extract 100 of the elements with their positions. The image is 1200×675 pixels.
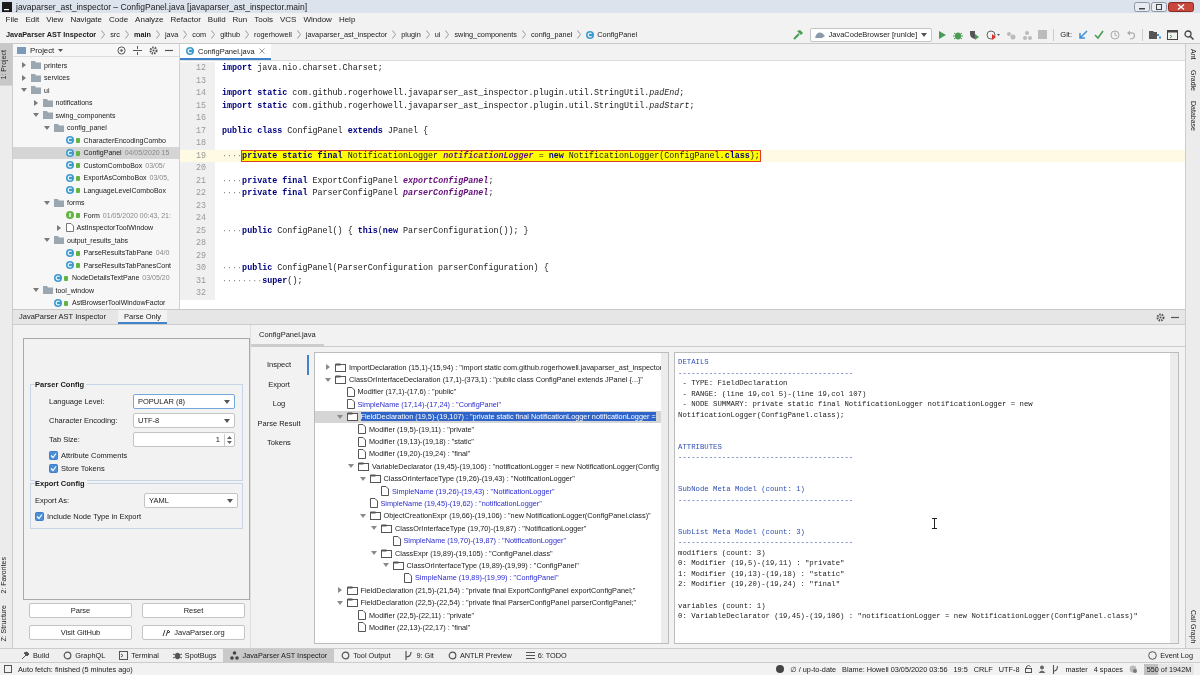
expander-icon[interactable] [359, 512, 366, 519]
code-line: ········super(); [221, 274, 304, 287]
expander-icon[interactable] [21, 87, 27, 94]
ring-icon [63, 651, 73, 660]
menu-item[interactable]: Window [299, 15, 336, 24]
project-structure-icon[interactable] [1149, 29, 1161, 40]
checkbox[interactable] [35, 512, 44, 521]
person-icon[interactable] [1038, 665, 1047, 673]
crosshair-icon[interactable] [117, 45, 126, 55]
expander-icon[interactable] [44, 237, 50, 244]
expander-icon[interactable] [32, 287, 39, 294]
ball-icon [776, 665, 785, 673]
menu-item[interactable]: VCS [276, 15, 300, 24]
menu-item[interactable]: File [2, 15, 22, 24]
menu-item[interactable]: Tools [250, 15, 277, 24]
menu-item[interactable]: Code [105, 15, 132, 24]
minimize-icon[interactable] [1134, 1, 1150, 12]
expander-icon[interactable] [371, 525, 377, 532]
expander-icon[interactable] [371, 550, 377, 557]
chevron-icon [425, 30, 430, 39]
chevron-icon [521, 30, 526, 39]
expander-icon[interactable] [348, 463, 354, 470]
menu-item[interactable]: Build [204, 15, 230, 24]
shield-run-icon[interactable] [969, 29, 981, 40]
line-number: 20 [180, 162, 215, 175]
maximize-icon[interactable] [1151, 1, 1167, 12]
node-icon [381, 523, 392, 533]
hammer-icon [21, 651, 30, 660]
expander-icon[interactable] [21, 74, 27, 81]
gauge-icon[interactable] [986, 29, 1001, 40]
menu-item[interactable]: View [42, 15, 67, 24]
expander-icon[interactable] [325, 364, 331, 371]
clock-icon[interactable] [1110, 29, 1120, 40]
search-icon[interactable] [1184, 29, 1194, 40]
chevron-icon [211, 30, 216, 39]
file-icon [65, 223, 74, 233]
menu-item[interactable]: Help [335, 15, 359, 24]
expander-icon[interactable] [325, 376, 331, 383]
expander-icon[interactable] [336, 599, 343, 606]
expander-icon[interactable] [382, 562, 389, 569]
expander-icon[interactable] [21, 62, 27, 69]
chevron-icon [101, 30, 106, 39]
ring-icon [341, 651, 351, 660]
check-icon[interactable] [1094, 29, 1104, 40]
node-icon [335, 375, 346, 385]
class-icon [65, 186, 81, 195]
checkbox[interactable] [49, 451, 58, 460]
code-line: ····private final ExportConfigPanel exportConfigPanel; [221, 174, 495, 187]
node-icon [346, 585, 358, 595]
code-line: import static com.github.rogerhowell.javaparser_ast_inspector.plugin.util.StringUtil.padStart; [221, 99, 696, 112]
arrow-icon[interactable] [1078, 29, 1088, 40]
code-line: ····public ConfigPanel() { this(new ParserConfiguration()); } [221, 224, 530, 237]
settings-icon[interactable] [1156, 312, 1165, 322]
leaf-icon [392, 535, 401, 546]
panel-icon [17, 46, 26, 54]
menu-item[interactable]: Refactor [167, 15, 205, 24]
expander-icon[interactable] [44, 124, 50, 131]
leaf-icon [369, 498, 378, 509]
settings-icon[interactable] [149, 45, 158, 55]
node-icon [358, 461, 369, 471]
node-icon [369, 474, 381, 484]
close-icon[interactable] [1168, 1, 1194, 12]
code-line: ····private final ParserConfigPanel parserConfigPanel; [221, 187, 495, 200]
app-icon [2, 1, 12, 12]
folder-icon [54, 123, 64, 132]
class-icon [65, 136, 81, 145]
caret-icon [224, 418, 230, 423]
line-number: 28 [180, 237, 215, 250]
scrollbar[interactable] [661, 353, 668, 643]
line-number: 22 [180, 187, 215, 200]
expander-icon[interactable] [32, 112, 39, 119]
hammer-icon[interactable] [792, 29, 804, 40]
window-icon[interactable] [1167, 29, 1178, 40]
ring-icon [447, 651, 457, 660]
menu-item[interactable]: Navigate [66, 15, 106, 24]
menu-item[interactable]: Run [229, 15, 251, 24]
menu-item[interactable]: Edit [21, 15, 43, 24]
scrollbar[interactable] [1170, 353, 1178, 643]
expander-icon[interactable] [359, 475, 366, 482]
class-icon [65, 148, 81, 157]
menu-item[interactable]: Analyze [131, 15, 168, 24]
stepper-arrows-icon[interactable] [224, 433, 234, 446]
lock-icon[interactable] [1025, 665, 1033, 673]
text-cursor-icon [932, 518, 937, 529]
expander-icon[interactable] [336, 587, 343, 594]
panel-icon[interactable] [4, 665, 12, 673]
chevron-icon [296, 30, 301, 39]
collapse-icon[interactable] [133, 45, 142, 55]
line-number: 14 [180, 87, 215, 100]
expander-icon[interactable] [55, 224, 62, 231]
expander-icon[interactable] [32, 99, 39, 106]
bug-icon [172, 651, 182, 660]
expander-icon[interactable] [336, 413, 343, 420]
checkbox[interactable] [49, 464, 58, 473]
expander-icon[interactable] [44, 199, 50, 206]
run-icon[interactable] [938, 29, 948, 40]
undo-icon[interactable] [1126, 29, 1136, 40]
chevron-icon [155, 30, 160, 39]
nodes-icon [230, 651, 240, 660]
circle-icon [1148, 651, 1158, 660]
